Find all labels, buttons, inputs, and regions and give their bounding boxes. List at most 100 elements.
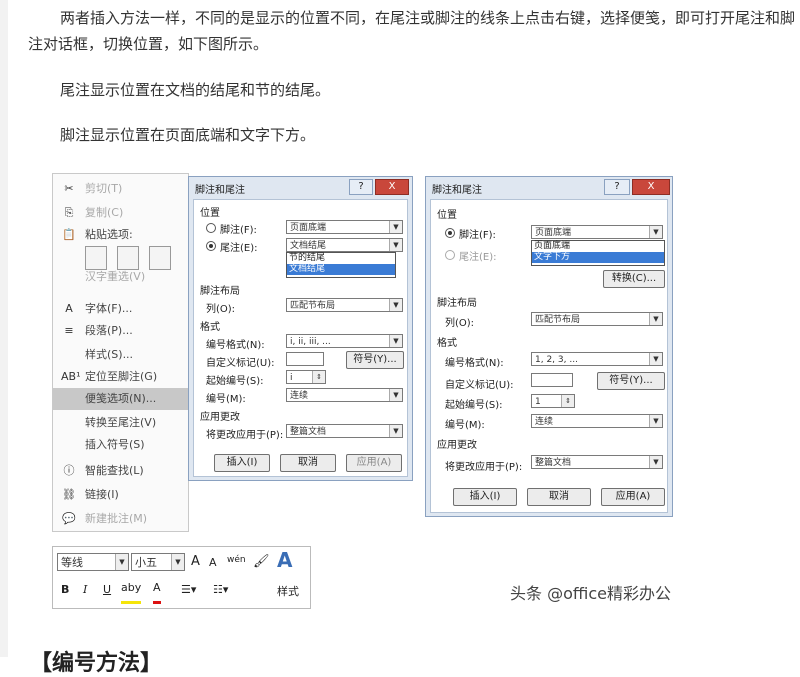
watermark: 头条 @office精彩办公	[510, 584, 671, 603]
columns-select[interactable]: 匹配节布局 ▼	[531, 312, 663, 326]
chevron-down-icon: ▼	[389, 389, 402, 401]
select-value: i	[290, 373, 293, 383]
endnote-radio[interactable]	[445, 250, 455, 260]
italic-button[interactable]: I	[83, 579, 87, 601]
footnote-label: 脚注(F):	[220, 225, 257, 236]
start-at-label: 起始编号(S):	[445, 400, 503, 411]
font-size-select[interactable]: 小五 ▼	[131, 553, 185, 571]
help-button[interactable]: ?	[349, 179, 373, 195]
insert-button[interactable]: 插入(I)	[214, 454, 270, 472]
footnote-position-select[interactable]: 页面底端 ▼	[286, 220, 403, 234]
footnote-position-dropdown[interactable]: 页面底端 文字下方	[531, 240, 665, 266]
custom-mark-label: 自定义标记(U):	[445, 380, 514, 391]
context-menu-item[interactable]: ✂ 剪切(T)	[53, 178, 188, 200]
page-left-margin	[0, 0, 8, 657]
endnote-radio[interactable]	[206, 241, 216, 251]
cancel-button[interactable]: 取消	[280, 454, 336, 472]
context-menu-item[interactable]: ⓘ 智能查找(L)	[53, 460, 188, 482]
numbering-select[interactable]: 连续 ▼	[531, 414, 663, 428]
paste-merge-icon[interactable]	[117, 246, 139, 270]
context-menu-item[interactable]: 转换至尾注(V)	[53, 412, 188, 434]
insert-button[interactable]: 插入(I)	[453, 488, 517, 506]
underline-button[interactable]: U	[103, 579, 111, 601]
start-at-stepper[interactable]: 1 ⇕	[531, 394, 575, 408]
highlight-button[interactable]: aby	[121, 579, 142, 604]
grow-font-button[interactable]: A	[191, 551, 200, 573]
paste-text-only-icon[interactable]	[149, 246, 171, 270]
font-color-button[interactable]: A	[153, 579, 161, 604]
apply-to-select[interactable]: 整篇文档 ▼	[531, 455, 663, 469]
dropdown-option-selected[interactable]: 文档结尾	[287, 264, 395, 275]
format-painter-icon[interactable]: 🖌	[253, 551, 270, 573]
paragraph-line: 注对话框，切换位置，如下图所示。	[28, 35, 269, 53]
bullets-icon[interactable]: ☰▾	[181, 579, 196, 601]
spinner-icon: ⇕	[561, 395, 574, 407]
apply-to-select[interactable]: 整篇文档 ▼	[286, 424, 403, 438]
context-menu-item[interactable]: ⎘ 复制(C)	[53, 202, 188, 224]
symbol-button[interactable]: 符号(Y)...	[346, 351, 404, 369]
close-button[interactable]: X	[632, 179, 670, 195]
select-value: 整篇文档	[535, 458, 572, 468]
context-menu-item[interactable]: A 字体(F)...	[53, 298, 188, 320]
context-menu-item-label: 段落(P)...	[85, 324, 133, 337]
context-menu-item[interactable]: 💬 新建批注(M)	[53, 508, 188, 530]
numbering-icon[interactable]: ☷▾	[213, 579, 228, 601]
context-menu-item-label: 粘贴选项:	[85, 228, 133, 241]
endnote-position-dropdown[interactable]: 节的结尾 文档结尾	[286, 252, 396, 278]
dropdown-option[interactable]: 页面底端	[532, 241, 664, 252]
help-button[interactable]: ?	[604, 179, 630, 195]
columns-label: 列(O):	[206, 304, 236, 315]
bold-button[interactable]: B	[61, 579, 69, 601]
custom-mark-input[interactable]	[531, 373, 573, 387]
close-button[interactable]: X	[375, 179, 409, 195]
number-format-select[interactable]: 1, 2, 3, ... ▼	[531, 352, 663, 366]
symbol-button[interactable]: 符号(Y)...	[597, 372, 665, 390]
start-at-stepper[interactable]: i ⇕	[286, 370, 326, 384]
select-value: 整篇文档	[290, 427, 327, 437]
dialog-body: 位置 脚注(F): 页面底端 ▼ 尾注(E): 文档结尾 ▼ 节的结尾 文档结尾 脚…	[193, 199, 408, 477]
context-menu-item-label: 插入符号(S)	[85, 438, 145, 451]
context-menu-item[interactable]: ≡ 段落(P)...	[53, 320, 188, 342]
paste-keep-format-icon[interactable]	[85, 246, 107, 270]
position-group-label: 位置	[200, 208, 220, 219]
paragraph-line: 两者插入方法一样，不同的是显示的位置不同，在尾注或脚注的线条上点击右键，选择便笺…	[60, 9, 796, 27]
number-format-select[interactable]: i, ii, iii, ... ▼	[286, 334, 403, 348]
dropdown-option-selected[interactable]: 文字下方	[532, 252, 664, 263]
font-icon: A	[65, 302, 73, 315]
footnote-label: 脚注(F):	[459, 230, 496, 241]
columns-select[interactable]: 匹配节布局 ▼	[286, 298, 403, 312]
chevron-down-icon: ▼	[115, 554, 128, 570]
footnote-radio[interactable]	[206, 223, 216, 233]
select-value: 页面底端	[535, 228, 572, 238]
chevron-down-icon: ▼	[389, 221, 402, 233]
context-menu-item[interactable]: 样式(S)...	[53, 344, 188, 366]
shrink-font-button[interactable]: A	[209, 552, 217, 574]
columns-label: 列(O):	[445, 318, 475, 329]
context-menu-item[interactable]: 插入符号(S)	[53, 434, 188, 456]
chevron-down-icon: ▼	[389, 239, 402, 251]
chevron-down-icon: ▼	[649, 353, 662, 365]
dropdown-option[interactable]: 节的结尾	[287, 253, 395, 264]
select-value: 匹配节布局	[535, 315, 581, 325]
cancel-button[interactable]: 取消	[527, 488, 591, 506]
styles-icon[interactable]: A	[277, 549, 292, 571]
numbering-select[interactable]: 连续 ▼	[286, 388, 403, 402]
footnote-radio[interactable]	[445, 228, 455, 238]
context-menu-item[interactable]: AB¹ 定位至脚注(G)	[53, 366, 188, 388]
endnote-position-select[interactable]: 文档结尾 ▼	[286, 238, 403, 252]
custom-mark-input[interactable]	[286, 352, 324, 366]
convert-button[interactable]: 转换(C)...	[603, 270, 665, 288]
apply-button[interactable]: 应用(A)	[346, 454, 402, 472]
context-menu-item[interactable]: 📋 粘贴选项:	[53, 224, 188, 246]
apply-button[interactable]: 应用(A)	[601, 488, 665, 506]
context-menu-item-label: 复制(C)	[85, 206, 124, 219]
dialog-body: 位置 脚注(F): 页面底端 ▼ 页面底端 文字下方 尾注(E): 转换(C)..…	[430, 199, 668, 513]
context-menu-item[interactable]: 便笺选项(N)...	[53, 388, 188, 410]
context-menu-item[interactable]: ⛓ 链接(I)	[53, 484, 188, 506]
footnote-position-select[interactable]: 页面底端 ▼	[531, 225, 663, 239]
context-menu-item-label: 新建批注(M)	[85, 512, 148, 525]
chevron-down-icon: ▼	[649, 456, 662, 468]
font-select[interactable]: 等线 ▼	[57, 553, 129, 571]
pinyin-guide-button[interactable]: wén	[227, 549, 246, 571]
context-menu: ✂ 剪切(T) ⎘ 复制(C) 📋 粘贴选项: 汉字重选(V) A 字体(F)... ≡ 段落(P)…	[52, 173, 189, 532]
